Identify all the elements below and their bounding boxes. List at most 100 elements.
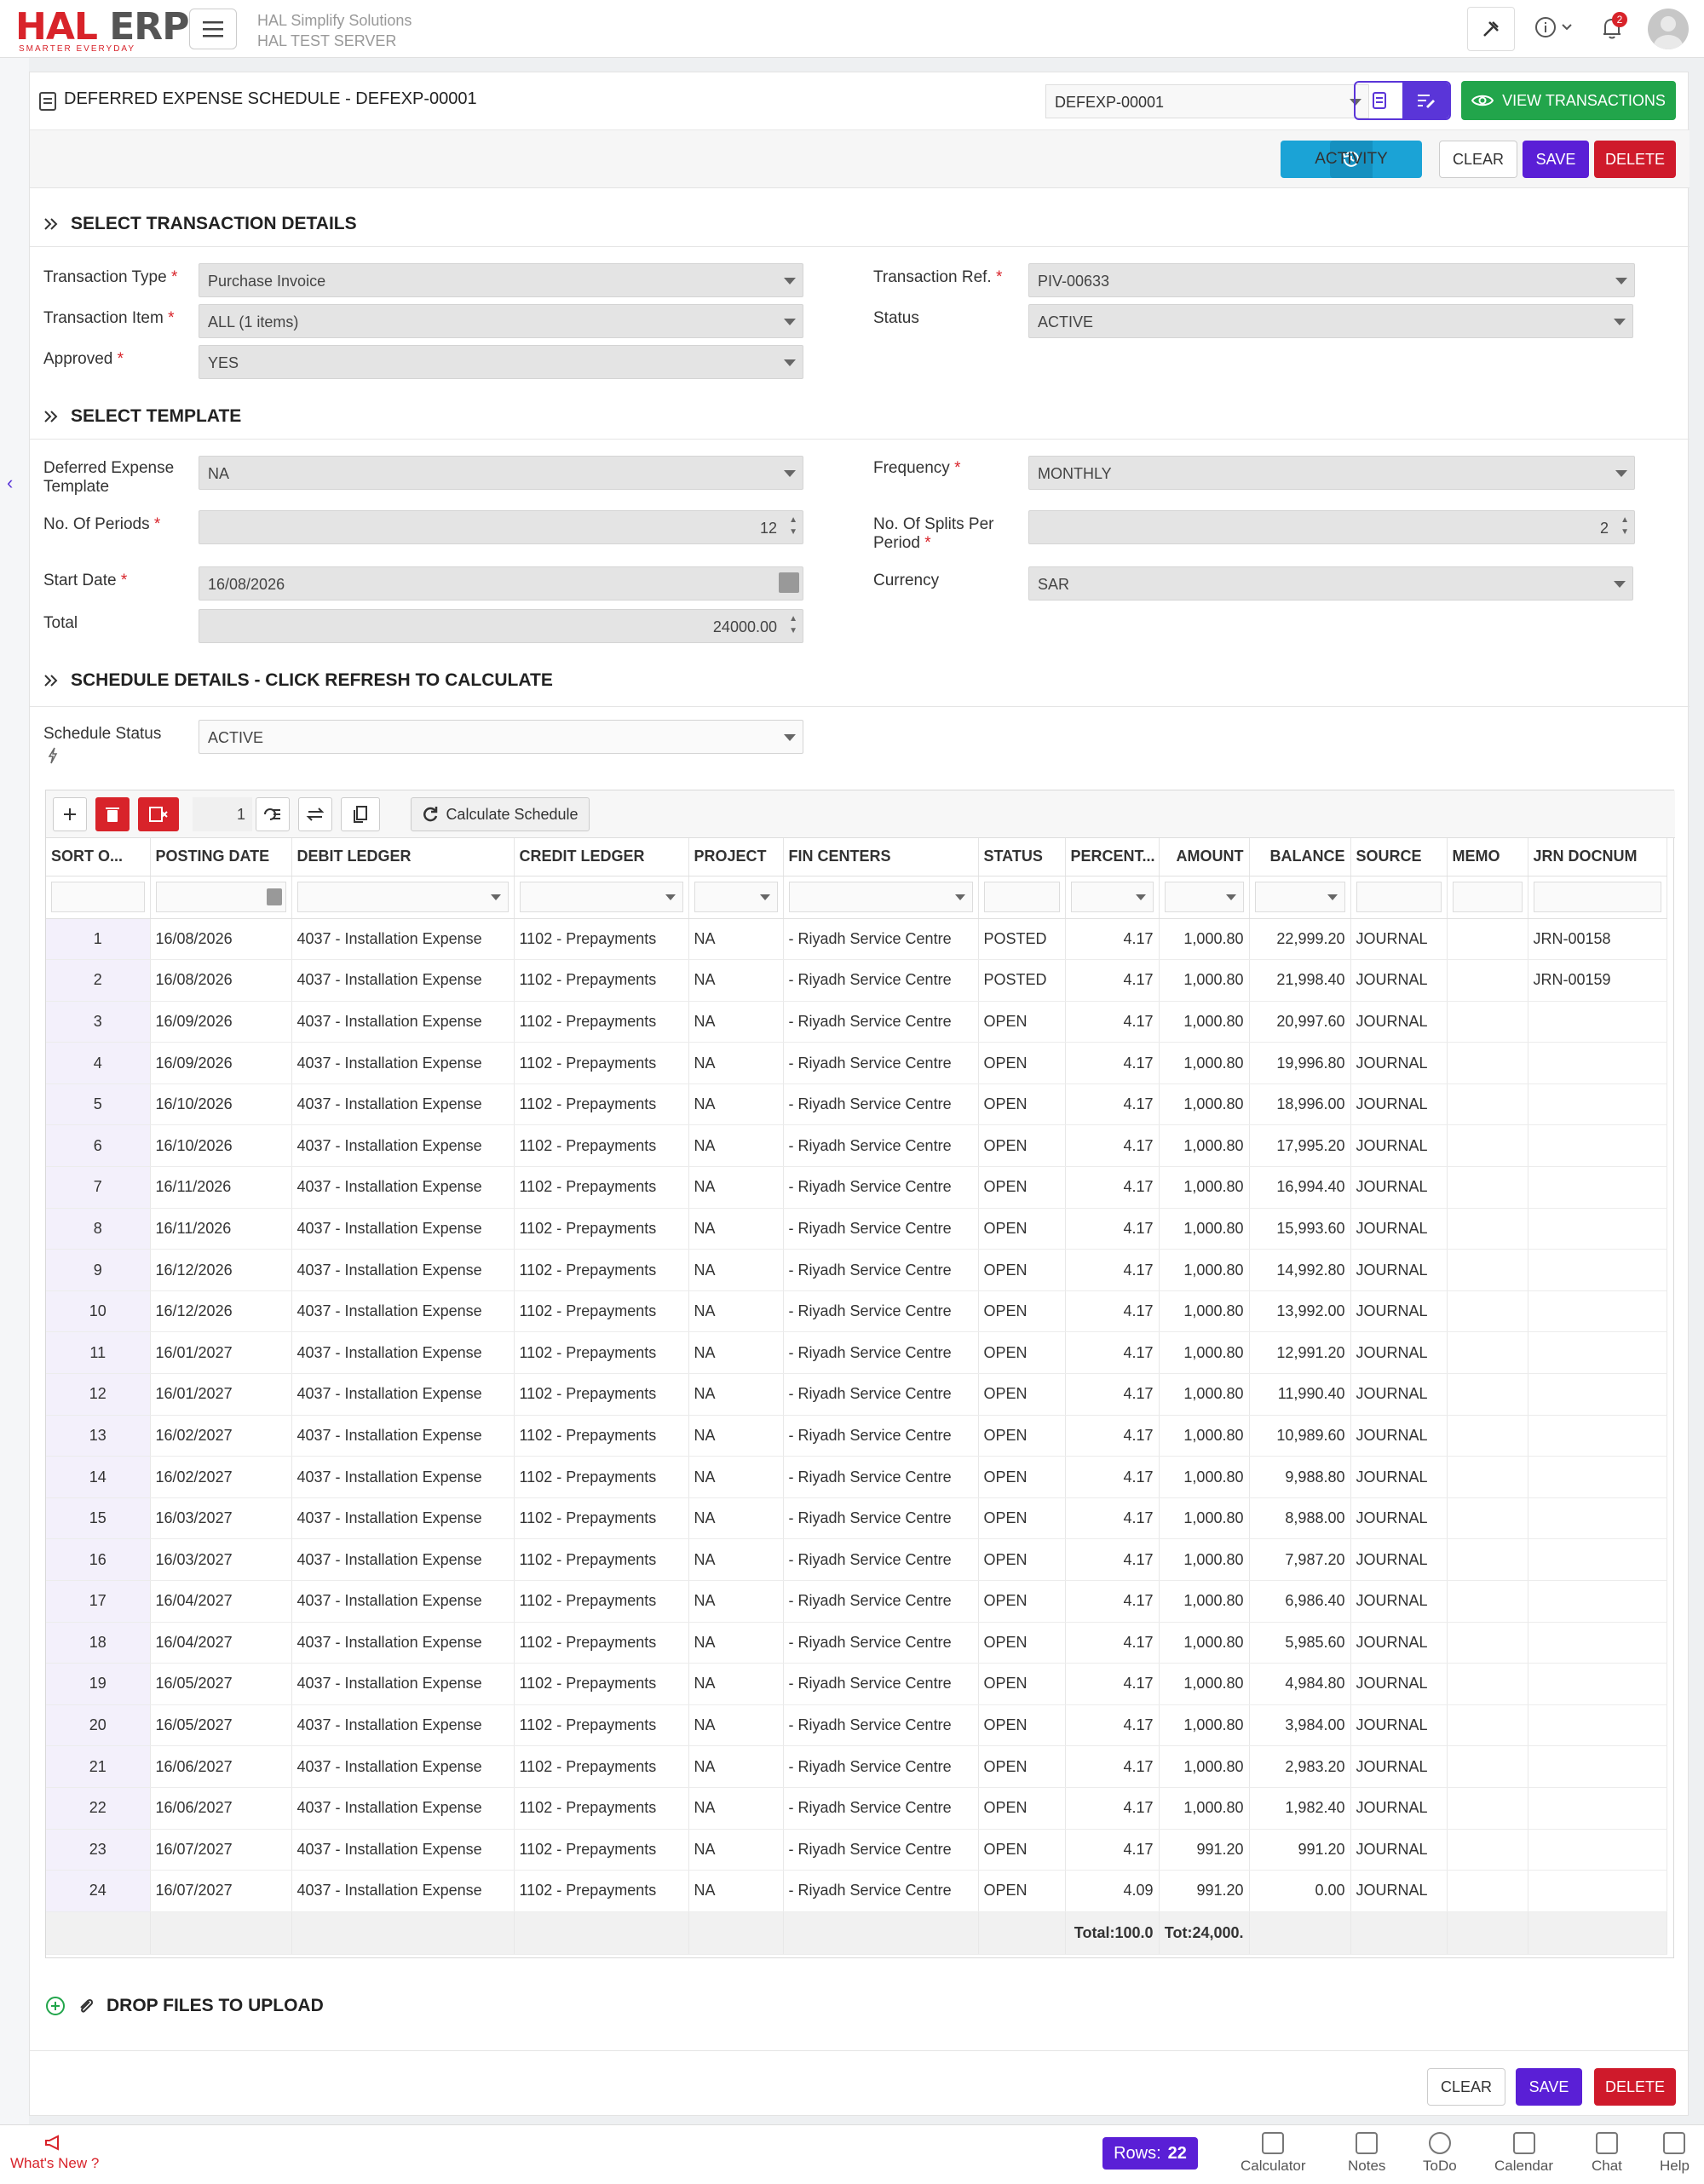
table-cell[interactable]: 1,000.80 (1159, 1042, 1250, 1084)
table-cell[interactable]: OPEN (978, 1538, 1066, 1581)
table-cell[interactable]: 1,000.80 (1159, 1580, 1250, 1623)
table-cell[interactable]: 1,000.80 (1159, 1622, 1250, 1664)
table-cell[interactable]: JOURNAL (1350, 1083, 1448, 1126)
table-cell[interactable]: 1102 - Prepayments (514, 1001, 689, 1043)
table-cell[interactable]: - Riyadh Service Centre (783, 1870, 979, 1912)
table-cell[interactable]: JOURNAL (1350, 1538, 1448, 1581)
table-cell[interactable]: 1102 - Prepayments (514, 1580, 689, 1623)
table-cell[interactable]: POSTED (978, 959, 1066, 1002)
table-cell[interactable]: JOURNAL (1350, 1829, 1448, 1871)
table-row[interactable]: 17 16/04/2027 4037 - Installation Expense 1… (46, 1580, 1667, 1623)
transaction-ref-select[interactable]: PIV-00633 (1028, 263, 1635, 297)
table-cell[interactable]: 4.17 (1065, 1001, 1160, 1043)
column-filter-input[interactable] (983, 882, 1060, 912)
table-cell[interactable]: OPEN (978, 1663, 1066, 1705)
table-cell[interactable]: 1 (46, 918, 151, 961)
table-row[interactable]: 22 16/06/2027 4037 - Installation Expense 1… (46, 1787, 1667, 1830)
table-cell[interactable]: 1102 - Prepayments (514, 1538, 689, 1581)
table-cell[interactable]: JOURNAL (1350, 1331, 1448, 1375)
table-cell[interactable]: OPEN (978, 1622, 1066, 1664)
table-cell[interactable]: 4037 - Installation Expense (291, 1166, 515, 1209)
table-cell[interactable]: 1102 - Prepayments (514, 1331, 689, 1375)
table-cell[interactable]: NA (688, 1663, 784, 1705)
table-cell[interactable]: 16/12/2026 (150, 1249, 292, 1291)
expand-sidebar-chevron-icon[interactable]: ‹ (7, 472, 13, 494)
view-mode-toggle[interactable] (1354, 81, 1451, 120)
table-cell[interactable]: NA (688, 1208, 784, 1250)
table-row[interactable]: 7 16/11/2026 4037 - Installation Expense 11… (46, 1166, 1667, 1209)
table-row[interactable]: 20 16/05/2027 4037 - Installation Expense 1… (46, 1704, 1667, 1747)
table-cell[interactable]: 3,984.00 (1249, 1704, 1351, 1747)
table-cell[interactable]: 16/01/2027 (150, 1373, 292, 1416)
table-cell[interactable]: 13,992.00 (1249, 1290, 1351, 1333)
table-cell[interactable]: 19,996.80 (1249, 1042, 1351, 1084)
table-cell[interactable]: 991.20 (1159, 1829, 1250, 1871)
table-cell[interactable]: NA (688, 1415, 784, 1457)
table-cell[interactable]: 16/08/2026 (150, 959, 292, 1002)
table-cell[interactable]: 2 (46, 959, 151, 1002)
save-button[interactable]: SAVE (1523, 141, 1589, 178)
table-cell[interactable]: 4.17 (1065, 1249, 1160, 1291)
table-cell[interactable]: 4.17 (1065, 1456, 1160, 1498)
table-cell[interactable]: JOURNAL (1350, 1622, 1448, 1664)
table-cell[interactable]: JOURNAL (1350, 1415, 1448, 1457)
table-cell[interactable]: - Riyadh Service Centre (783, 918, 979, 961)
table-cell[interactable] (1528, 1745, 1667, 1788)
table-cell[interactable]: 1,000.80 (1159, 1083, 1250, 1126)
table-cell[interactable]: OPEN (978, 1373, 1066, 1416)
table-cell[interactable]: 4.17 (1065, 1829, 1160, 1871)
table-cell[interactable] (1447, 1829, 1528, 1871)
table-cell[interactable]: 16/10/2026 (150, 1083, 292, 1126)
table-cell[interactable]: 16/03/2027 (150, 1538, 292, 1581)
table-cell[interactable]: 1,000.80 (1159, 1208, 1250, 1250)
table-cell[interactable]: 19 (46, 1663, 151, 1705)
table-cell[interactable]: NA (688, 1497, 784, 1540)
table-cell[interactable]: 10 (46, 1290, 151, 1333)
table-cell[interactable]: 20 (46, 1704, 151, 1747)
table-cell[interactable]: OPEN (978, 1042, 1066, 1084)
table-cell[interactable]: 1,000.80 (1159, 959, 1250, 1002)
table-cell[interactable]: 16/12/2026 (150, 1290, 292, 1333)
table-cell[interactable]: 3 (46, 1001, 151, 1043)
column-filter-input[interactable] (1254, 882, 1345, 912)
table-cell[interactable]: 4037 - Installation Expense (291, 1829, 515, 1871)
table-cell[interactable]: 16/11/2026 (150, 1208, 292, 1250)
table-cell[interactable]: 4037 - Installation Expense (291, 1124, 515, 1168)
table-cell[interactable]: - Riyadh Service Centre (783, 1083, 979, 1126)
table-cell[interactable]: - Riyadh Service Centre (783, 1249, 979, 1291)
section-header-transaction-details[interactable]: SELECT TRANSACTION DETAILS (43, 214, 357, 234)
table-cell[interactable]: NA (688, 1290, 784, 1333)
table-cell[interactable]: OPEN (978, 1704, 1066, 1747)
table-cell[interactable]: NA (688, 1331, 784, 1375)
table-row[interactable]: 10 16/12/2026 4037 - Installation Expense 1… (46, 1290, 1667, 1333)
table-cell[interactable]: 13 (46, 1415, 151, 1457)
table-row[interactable]: 8 16/11/2026 4037 - Installation Expense 11… (46, 1208, 1667, 1250)
section-header-schedule-details[interactable]: SCHEDULE DETAILS - CLICK REFRESH TO CALC… (43, 670, 553, 691)
column-filter-input[interactable] (296, 882, 509, 912)
table-cell[interactable]: 4.17 (1065, 1538, 1160, 1581)
table-cell[interactable] (1447, 1290, 1528, 1333)
column-filter-input[interactable] (1356, 882, 1442, 912)
table-cell[interactable]: 16/02/2027 (150, 1456, 292, 1498)
table-cell[interactable] (1447, 1663, 1528, 1705)
table-cell[interactable] (1528, 1663, 1667, 1705)
table-row[interactable]: 15 16/03/2027 4037 - Installation Expense 1… (46, 1497, 1667, 1540)
table-row[interactable]: 16 16/03/2027 4037 - Installation Expense 1… (46, 1538, 1667, 1581)
table-cell[interactable]: JOURNAL (1350, 1456, 1448, 1498)
column-header[interactable]: DEBIT LEDGER (291, 838, 515, 876)
start-date-input[interactable]: 16/08/2026 (199, 566, 803, 601)
view-transactions-button[interactable]: VIEW TRANSACTIONS (1461, 81, 1676, 120)
table-cell[interactable]: 1,000.80 (1159, 1415, 1250, 1457)
todo-button[interactable]: ToDo (1423, 2132, 1457, 2175)
table-cell[interactable]: 17 (46, 1580, 151, 1623)
table-cell[interactable]: 4037 - Installation Expense (291, 1373, 515, 1416)
table-cell[interactable]: JOURNAL (1350, 1580, 1448, 1623)
table-cell[interactable]: 15,993.60 (1249, 1208, 1351, 1250)
table-cell[interactable]: 11 (46, 1331, 151, 1375)
table-cell[interactable] (1447, 1704, 1528, 1747)
table-cell[interactable]: 10,989.60 (1249, 1415, 1351, 1457)
table-cell[interactable]: - Riyadh Service Centre (783, 1538, 979, 1581)
table-cell[interactable]: 1102 - Prepayments (514, 1745, 689, 1788)
schedule-status-select[interactable]: ACTIVE (199, 720, 803, 754)
table-row[interactable]: 21 16/06/2027 4037 - Installation Expense 1… (46, 1745, 1667, 1788)
